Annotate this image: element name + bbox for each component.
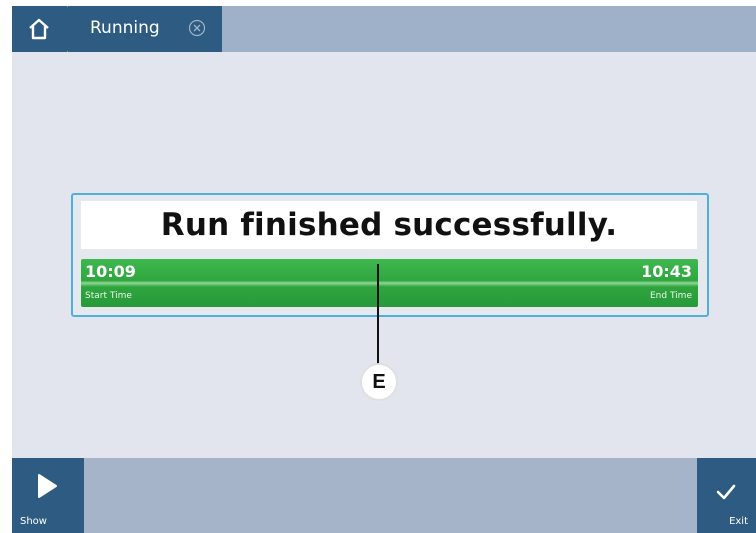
show-button[interactable]: Show bbox=[12, 458, 84, 533]
top-bar: Running bbox=[12, 6, 756, 52]
checkmark-icon bbox=[716, 484, 736, 500]
start-time-value: 10:09 bbox=[85, 262, 136, 281]
callout-line bbox=[377, 264, 379, 372]
end-time-label: End Time bbox=[650, 291, 692, 301]
status-message: Run finished successfully. bbox=[160, 207, 618, 243]
tab-running[interactable]: Running bbox=[68, 6, 222, 52]
tab-running-label: Running bbox=[90, 18, 160, 38]
bottom-bar: Show Exit bbox=[12, 458, 756, 533]
end-time-value: 10:43 bbox=[641, 262, 692, 281]
run-progress-bar: 10:09 Start Time 10:43 End Time bbox=[81, 259, 698, 307]
home-icon bbox=[29, 18, 49, 40]
exit-button-label: Exit bbox=[729, 516, 748, 527]
close-circle-icon[interactable] bbox=[188, 19, 206, 37]
callout-marker: E bbox=[360, 363, 398, 401]
play-icon bbox=[38, 474, 57, 498]
exit-button[interactable]: Exit bbox=[697, 458, 756, 533]
start-time-label: Start Time bbox=[85, 291, 132, 301]
show-button-label: Show bbox=[20, 516, 47, 527]
app-window: Running Run finished successfully. 10:09… bbox=[12, 6, 756, 533]
status-message-box: Run finished successfully. bbox=[81, 201, 697, 249]
run-status-panel: Run finished successfully. 10:09 Start T… bbox=[71, 193, 709, 317]
